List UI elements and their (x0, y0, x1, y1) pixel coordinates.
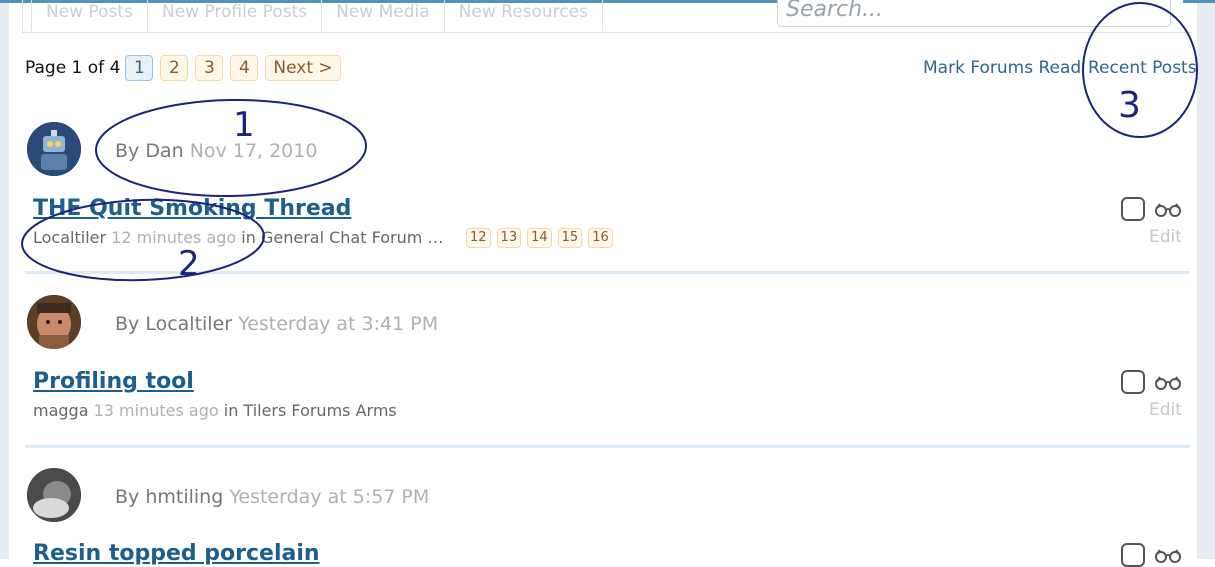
thread-byline: By Dan Nov 17, 2010 (115, 140, 317, 162)
thread-page-links: 12 13 14 15 16 (466, 228, 619, 248)
recent-posts-link[interactable]: Recent Posts (1088, 58, 1197, 78)
thread-page-12[interactable]: 12 (466, 228, 491, 248)
thread-divider (25, 445, 1190, 448)
annotation-label-2: 2 (178, 244, 200, 284)
tab-new-profile-posts[interactable]: New Profile Posts (148, 0, 323, 31)
search-input[interactable]: Search... (777, 0, 1171, 27)
thread-page-16[interactable]: 16 (588, 228, 613, 248)
page-link-4[interactable]: 4 (230, 55, 259, 81)
page-indicator: Page 1 of 4 (25, 58, 121, 78)
author-name[interactable]: By Dan (115, 140, 184, 162)
last-post-time: 12 minutes ago (111, 228, 237, 247)
thread-meta: magga 13 minutes ago in Tilers Forums Ar… (33, 401, 397, 420)
page-link-1[interactable]: 1 (125, 55, 154, 81)
edit-link[interactable]: Edit (1149, 400, 1182, 420)
tabs-divider (22, 32, 1192, 33)
forum-name[interactable]: in General Chat Forum (236, 228, 422, 247)
tab-new-resources[interactable]: New Resources (445, 0, 603, 31)
page-link-2[interactable]: 2 (160, 55, 189, 81)
author-name[interactable]: By Localtiler (115, 313, 232, 335)
subnav-tabs: New Posts New Profile Posts New Media Ne… (22, 0, 603, 33)
page-link-3[interactable]: 3 (195, 55, 224, 81)
thread-page-13[interactable]: 13 (496, 228, 522, 248)
right-gutter (1197, 0, 1215, 559)
post-date: Yesterday at 5:57 PM (229, 486, 430, 508)
mark-forums-read-link[interactable]: Mark Forums Read (923, 58, 1081, 78)
thread-title[interactable]: THE Quit Smoking Thread (33, 196, 351, 221)
edit-link[interactable]: Edit (1149, 227, 1182, 247)
thread-title[interactable]: Profiling tool (33, 369, 194, 394)
robot-avatar-icon (27, 122, 81, 176)
thread-divider (25, 271, 1190, 274)
select-checkbox[interactable] (1121, 543, 1145, 567)
select-checkbox[interactable] (1121, 197, 1145, 221)
thread-page-15[interactable]: 15 (557, 228, 583, 248)
handwritten-annotations: 1 2 3 (21, 2, 1198, 284)
avatar[interactable] (27, 468, 81, 522)
last-poster[interactable]: magga (33, 401, 89, 420)
author-name[interactable]: By hmtiling (115, 486, 223, 508)
tab-new-posts[interactable]: New Posts (32, 0, 148, 31)
avatar[interactable] (27, 122, 81, 176)
annotation-label-3: 3 (1118, 85, 1141, 126)
annotation-label-1: 1 (233, 105, 255, 145)
thread-page-14[interactable]: 14 (527, 228, 552, 248)
next-page-button[interactable]: Next > (265, 55, 341, 81)
preview-glasses-icon[interactable] (1153, 547, 1183, 563)
left-gutter (0, 0, 9, 559)
tab-spacer (22, 0, 32, 31)
forum-name[interactable]: in Tilers Forums Arms (219, 401, 397, 420)
thread-byline: By hmtiling Yesterday at 5:57 PM (115, 486, 429, 508)
tab-new-media[interactable]: New Media (322, 0, 445, 31)
post-date: Yesterday at 3:41 PM (238, 313, 439, 335)
top-accent-bar-right (1183, 0, 1215, 3)
avatar[interactable] (27, 295, 81, 349)
thread-meta: Localtiler 12 minutes ago in General Cha… (33, 228, 443, 247)
user-photo-icon (27, 295, 81, 349)
pagination: Page 1 of 4 1 2 3 4 Next > (25, 54, 348, 82)
preview-glasses-icon[interactable] (1153, 201, 1183, 217)
last-post-time: 13 minutes ago (93, 401, 219, 420)
preview-glasses-icon[interactable] (1153, 374, 1183, 390)
last-poster[interactable]: Localtiler (33, 228, 106, 247)
post-date: Nov 17, 2010 (189, 140, 318, 162)
user-photo-icon (27, 468, 81, 522)
select-checkbox[interactable] (1121, 370, 1145, 394)
page-ellipsis: … (427, 228, 444, 247)
thread-title[interactable]: Resin topped porcelain (33, 541, 320, 566)
thread-byline: By Localtiler Yesterday at 3:41 PM (115, 313, 438, 335)
